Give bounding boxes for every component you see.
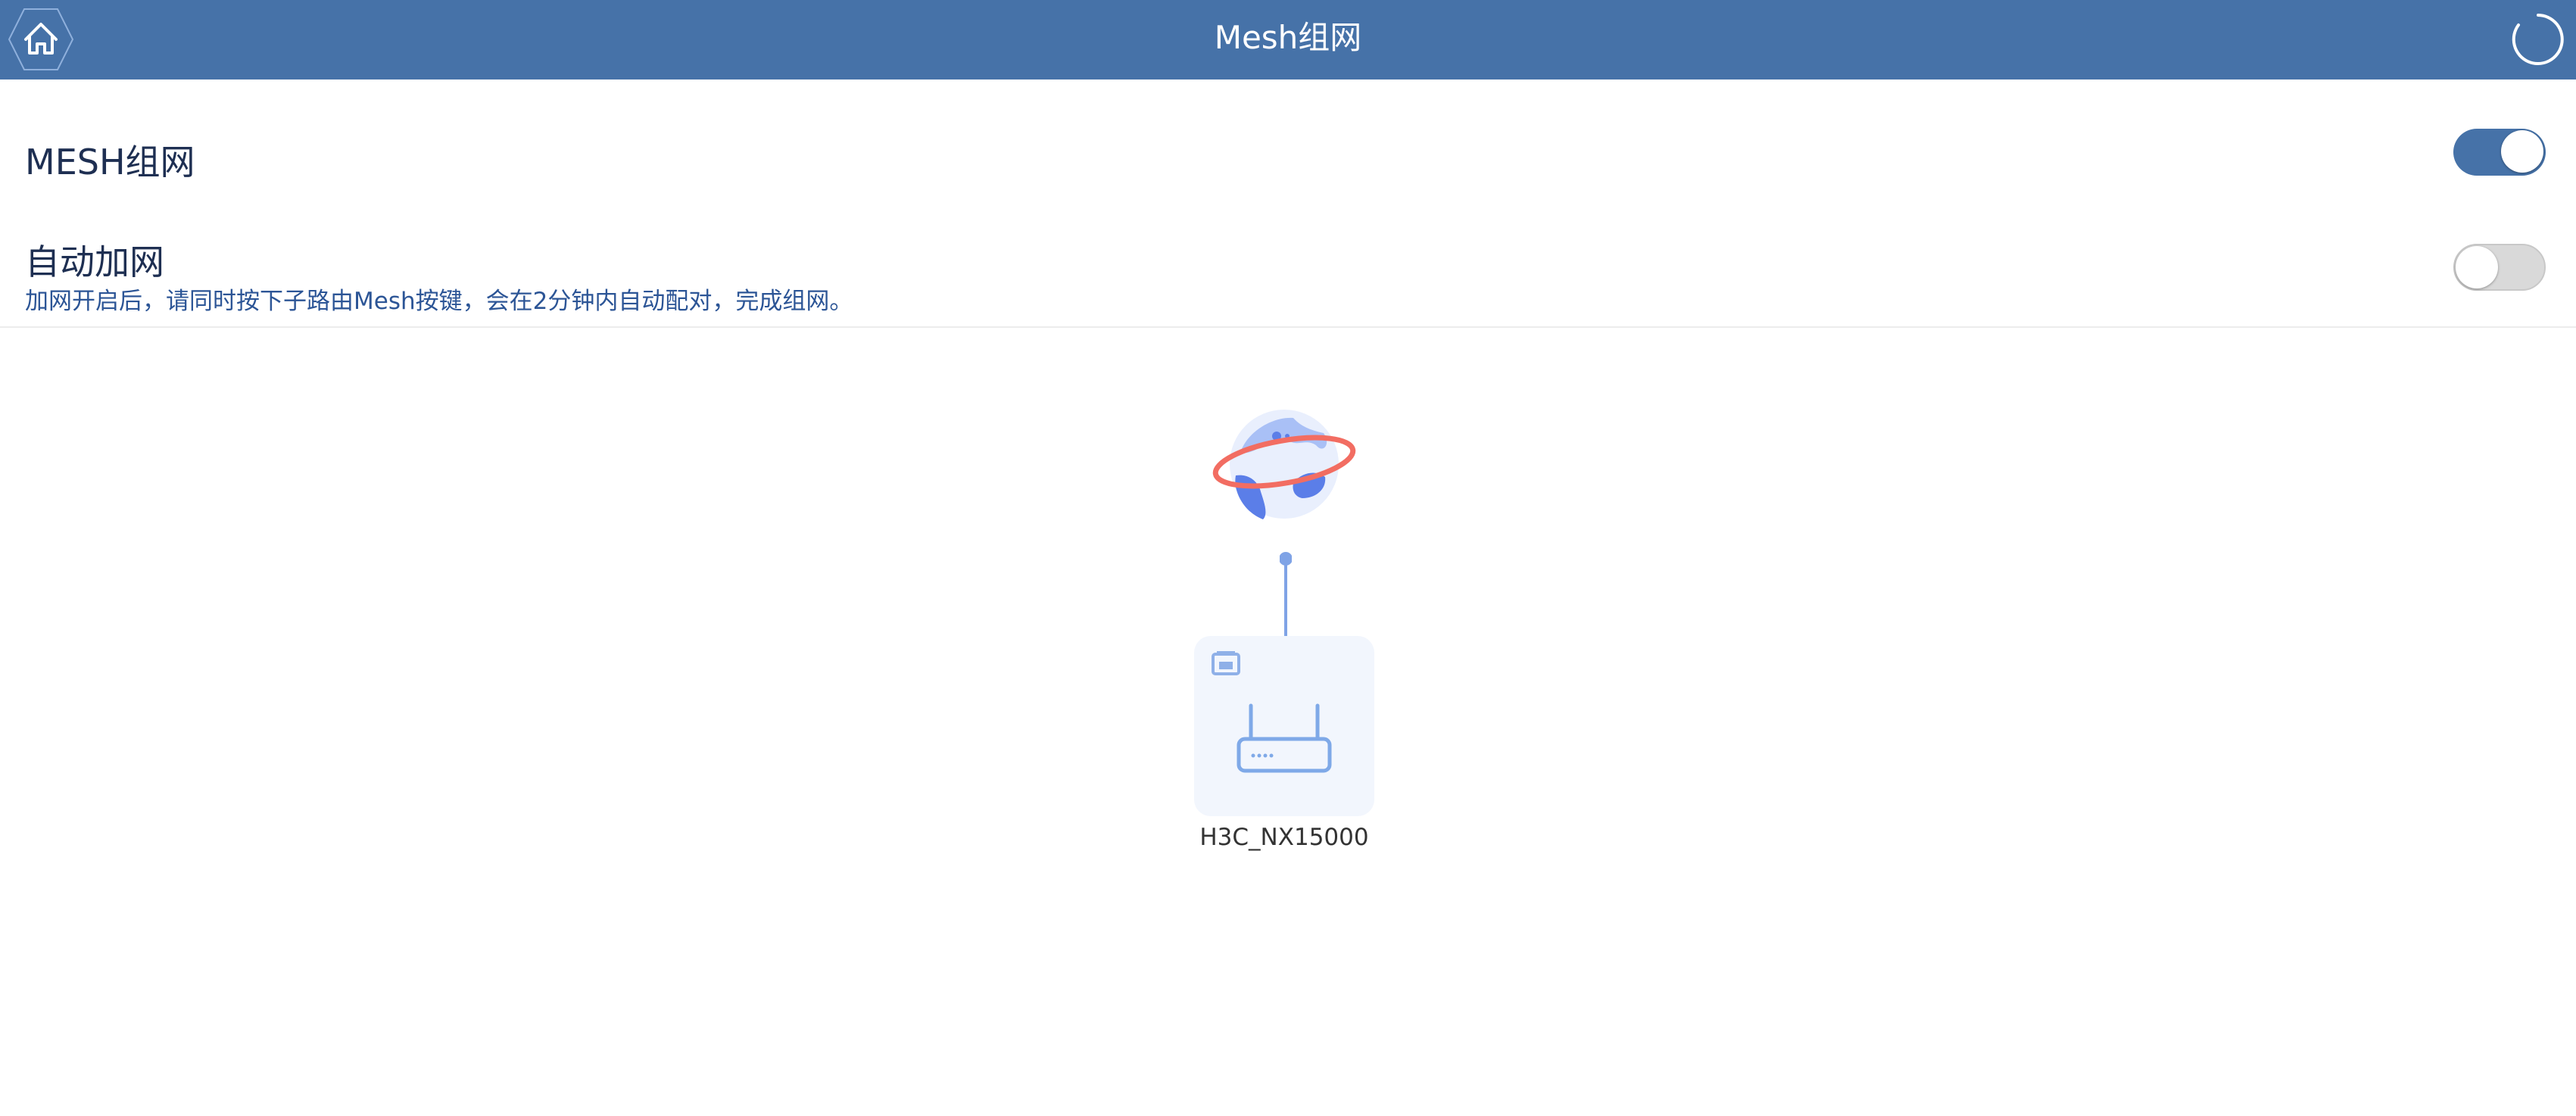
page-title: Mesh组网: [1214, 19, 1362, 56]
auto-join-toggle[interactable]: [2453, 244, 2546, 291]
toggle-knob: [2501, 130, 2543, 173]
device-name: H3C_NX15000: [1199, 824, 1369, 851]
toggle-knob: [2456, 246, 2498, 288]
mesh-networking-toggle[interactable]: [2453, 129, 2546, 176]
section-divider: [0, 326, 2576, 328]
refresh-button[interactable]: [2506, 8, 2570, 71]
connection-line-graphic: [1280, 552, 1292, 636]
top-bar: Mesh组网: [0, 0, 2576, 79]
device-card[interactable]: [1194, 636, 1374, 816]
internet-node[interactable]: [1210, 400, 1359, 528]
auto-join-label: 自动加网: [25, 242, 164, 282]
lan-port-icon: [1211, 650, 1241, 677]
connection-line: [1280, 551, 1292, 636]
auto-join-description: 加网开启后，请同时按下子路由Mesh按键，会在2分钟内自动配对，完成组网。: [25, 288, 853, 315]
router-icon: [1235, 700, 1333, 775]
refresh-icon: [2512, 14, 2564, 65]
mesh-networking-label: MESH组网: [25, 142, 195, 182]
internet-globe-icon: [1212, 410, 1356, 519]
